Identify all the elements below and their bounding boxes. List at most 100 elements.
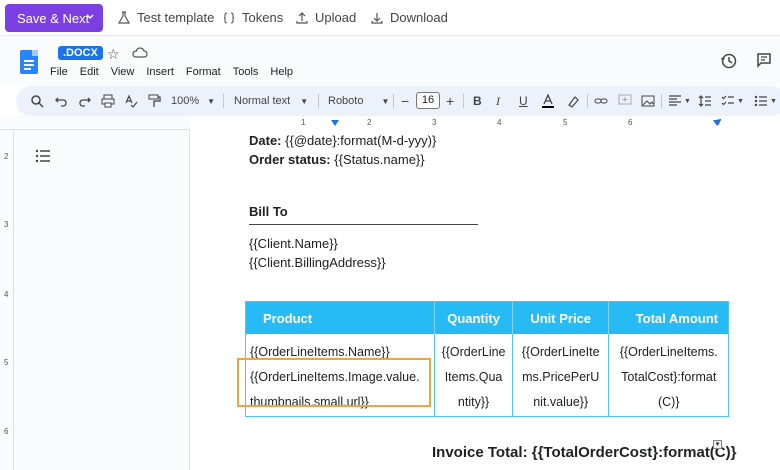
unit-price-token-part3: nit.value}} bbox=[533, 395, 589, 409]
menu-tools[interactable]: Tools bbox=[233, 66, 259, 78]
bulleted-list-button[interactable]: ▼ bbox=[754, 86, 777, 116]
menu-edit[interactable]: Edit bbox=[80, 66, 99, 78]
header-total-amount: Total Amount bbox=[635, 310, 718, 326]
chevron-down-icon: ▼ bbox=[300, 96, 309, 106]
ruler-number: 5 bbox=[563, 118, 568, 127]
chevron-down-icon: ▼ bbox=[207, 96, 216, 106]
outline-pane bbox=[0, 130, 190, 470]
cloud-icon[interactable] bbox=[132, 46, 148, 60]
chevron-down-icon: ▼ bbox=[381, 96, 390, 106]
date-token: {{@date}:format(M-d-yyy)} bbox=[285, 133, 437, 148]
menu-bar: File Edit View Insert Format Tools Help bbox=[50, 66, 293, 78]
menu-view[interactable]: View bbox=[111, 66, 135, 78]
print-icon bbox=[101, 94, 115, 108]
date-line: Date: {{@date}:format(M-d-yyy)} bbox=[249, 133, 436, 148]
docs-logo-icon[interactable] bbox=[20, 50, 38, 74]
menu-insert[interactable]: Insert bbox=[146, 66, 174, 78]
spellcheck-button[interactable] bbox=[124, 86, 138, 116]
docs-header: .DOCX ☆ File Edit View Insert Format Too… bbox=[0, 36, 780, 86]
total-amount-cell: {{OrderLineItems. TotalCost}:format (C)} bbox=[609, 334, 728, 416]
ruler-number: 2 bbox=[4, 152, 9, 161]
print-button[interactable] bbox=[101, 86, 115, 116]
paint-format-icon bbox=[148, 94, 161, 107]
unit-price-token-part1: {{OrderLineIte bbox=[521, 345, 600, 359]
upload-icon bbox=[296, 11, 308, 24]
ruler-number: 5 bbox=[4, 358, 9, 367]
comment-icon[interactable] bbox=[756, 52, 772, 68]
highlighter-icon bbox=[568, 96, 579, 108]
ruler-number: 4 bbox=[4, 290, 9, 299]
chevron-down-icon[interactable] bbox=[85, 12, 95, 22]
date-label: Date: bbox=[249, 133, 282, 148]
zoom-select[interactable]: 100% ▼ bbox=[171, 86, 215, 116]
test-template-button[interactable]: Test template bbox=[117, 10, 214, 25]
text-color-button[interactable] bbox=[541, 86, 555, 116]
bill-to-heading: Bill To bbox=[249, 204, 478, 225]
font-value: Roboto bbox=[328, 95, 364, 107]
upload-label: Upload bbox=[315, 10, 357, 25]
docx-badge: .DOCX bbox=[58, 46, 103, 60]
history-icon[interactable] bbox=[720, 52, 738, 70]
ruler-number: 4 bbox=[497, 118, 502, 127]
chevron-down-icon: ▼ bbox=[737, 97, 744, 105]
upload-button[interactable]: Upload bbox=[295, 10, 356, 25]
paint-format-button[interactable] bbox=[147, 86, 161, 116]
unit-price-cell: {{OrderLineIte ms.PricePerU nit.value}} bbox=[513, 334, 610, 416]
decrease-font-size-button[interactable]: − bbox=[401, 86, 409, 116]
search-menus-button[interactable] bbox=[30, 86, 44, 116]
document-outline-icon[interactable] bbox=[35, 149, 51, 163]
checklist-button[interactable]: ▼ bbox=[721, 86, 744, 116]
quantity-token-part1: {{OrderLine bbox=[441, 345, 506, 359]
bold-button[interactable]: B bbox=[473, 86, 482, 116]
invoice-total-line: Invoice Total: {{TotalOrderCost}:format(… bbox=[432, 444, 737, 461]
highlight-color-button[interactable] bbox=[566, 86, 580, 116]
align-button[interactable]: ▼ bbox=[668, 86, 691, 116]
style-value: Normal text bbox=[234, 95, 291, 107]
save-and-next-label: Save & Next bbox=[17, 10, 90, 26]
table-header-row: Product Quantity Unit Price Total Amount bbox=[246, 302, 728, 334]
font-select[interactable]: Roboto ▼ bbox=[328, 86, 389, 116]
increase-font-size-button[interactable]: + bbox=[446, 86, 454, 116]
align-left-icon bbox=[669, 95, 681, 106]
redo-button[interactable] bbox=[78, 86, 92, 116]
horizontal-ruler: 1 2 3 4 5 6 7 bbox=[0, 116, 780, 130]
order-status-label: Order status: bbox=[249, 152, 331, 167]
header-unit-price: Unit Price bbox=[513, 302, 610, 334]
star-icon[interactable]: ☆ bbox=[107, 46, 120, 63]
tokens-button[interactable]: Tokens bbox=[222, 10, 283, 25]
header-quantity: Quantity bbox=[435, 302, 513, 334]
menu-help[interactable]: Help bbox=[270, 66, 293, 78]
document-page[interactable]: Date: {{@date}:format(M-d-yyy)} Order st… bbox=[190, 130, 780, 470]
chevron-down-icon: ▼ bbox=[770, 97, 777, 105]
insert-link-button[interactable] bbox=[594, 86, 608, 116]
menu-file[interactable]: File bbox=[50, 66, 68, 78]
ruler-number: 1 bbox=[301, 118, 306, 127]
ruler-number: 7 bbox=[717, 118, 722, 127]
insert-comment-button[interactable] bbox=[618, 86, 632, 116]
line-spacing-button[interactable] bbox=[698, 86, 712, 116]
order-status-line: Order status: {{Status.name}} bbox=[249, 152, 425, 167]
font-size-input[interactable]: 16 bbox=[416, 92, 440, 109]
insert-image-button[interactable] bbox=[641, 86, 655, 116]
ruler-number: 2 bbox=[367, 118, 372, 127]
link-icon bbox=[594, 98, 608, 104]
download-button[interactable]: Download bbox=[370, 10, 448, 25]
quantity-cell: {{OrderLine Items.Qua ntity}} bbox=[435, 334, 513, 416]
style-select[interactable]: Normal text ▼ bbox=[234, 86, 308, 116]
undo-button[interactable] bbox=[54, 86, 68, 116]
save-and-next-button[interactable]: Save & Next bbox=[5, 4, 103, 32]
braces-icon bbox=[223, 11, 235, 24]
dropdown-marker-icon[interactable]: ▾ bbox=[713, 440, 722, 449]
chevron-down-icon: ▼ bbox=[684, 97, 691, 105]
client-address-token: {{Client.BillingAddress}} bbox=[249, 255, 386, 270]
download-label: Download bbox=[390, 10, 448, 25]
header-product: Product bbox=[246, 302, 436, 334]
italic-button[interactable]: I bbox=[496, 86, 500, 116]
ruler-number: 6 bbox=[4, 427, 9, 436]
test-template-label: Test template bbox=[137, 10, 215, 25]
quantity-token-part3: ntity}} bbox=[457, 395, 490, 409]
spellcheck-icon bbox=[125, 94, 138, 108]
download-icon bbox=[371, 12, 383, 24]
underline-button[interactable]: U bbox=[519, 86, 528, 116]
menu-format[interactable]: Format bbox=[186, 66, 221, 78]
